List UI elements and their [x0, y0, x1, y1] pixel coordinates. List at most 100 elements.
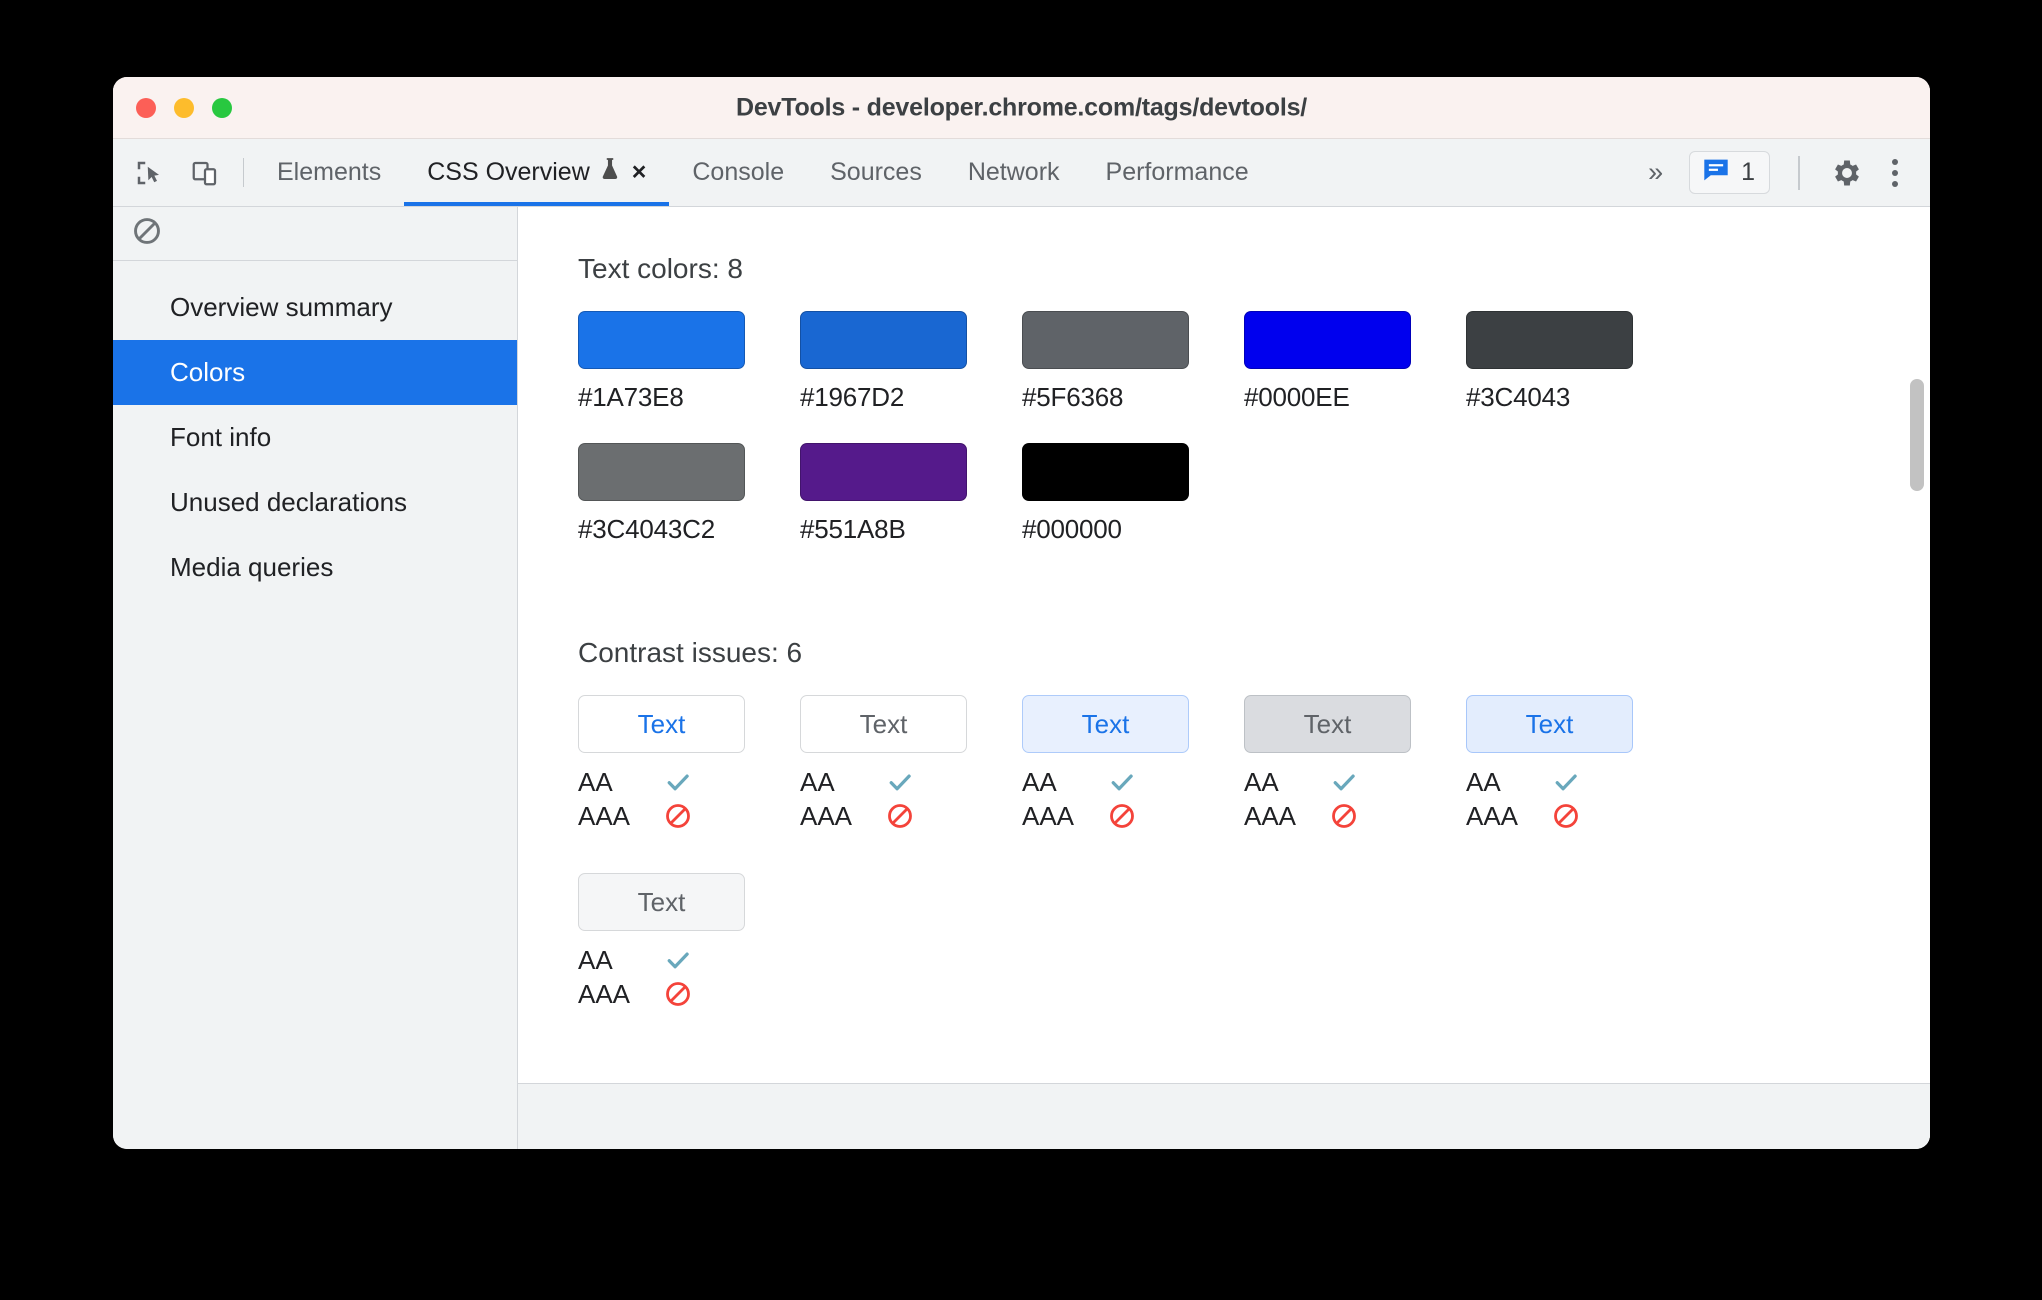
- contrast-issues-heading: Contrast issues: 6: [578, 637, 803, 668]
- checkmark-icon: [664, 768, 692, 796]
- tab-network[interactable]: Network: [945, 139, 1083, 206]
- toolbar-right-divider: [1798, 155, 1800, 190]
- contrast-rating-row-aaa: AAA: [1466, 799, 1596, 833]
- color-swatch-box[interactable]: [578, 311, 745, 369]
- kebab-menu-icon[interactable]: [1878, 158, 1916, 187]
- contrast-issue-item[interactable]: Text AA AAA: [1022, 695, 1244, 833]
- window-titlebar: DevTools - developer.chrome.com/tags/dev…: [113, 77, 1930, 139]
- tab-css-overview[interactable]: CSS Overview ×: [404, 139, 670, 206]
- tab-label: Network: [967, 158, 1060, 186]
- contrast-issue-item[interactable]: Text AA AAA: [578, 695, 800, 833]
- issues-badge[interactable]: 1: [1689, 151, 1770, 194]
- color-swatch-label: #000000: [1022, 514, 1122, 544]
- checkmark-icon: [1330, 768, 1358, 796]
- css-overview-content: Text colors: 8 #1A73E8 #1967D2 #5F6368 #000…: [518, 207, 1930, 1083]
- color-swatch-label: #3C4043: [1466, 382, 1571, 412]
- contrast-issue-item[interactable]: Text AA AAA: [1244, 695, 1466, 833]
- tab-label: Sources: [830, 158, 922, 186]
- contrast-rating-label: AAA: [800, 800, 853, 831]
- contrast-rating-row-aa: AA: [1244, 765, 1374, 799]
- sidebar-item-font-info[interactable]: Font info: [113, 405, 517, 470]
- device-toolbar-icon[interactable]: [177, 139, 233, 206]
- contrast-rating-row-aaa: AAA: [1244, 799, 1374, 833]
- contrast-sample-chip[interactable]: Text: [1466, 695, 1633, 753]
- devtools-body: Overview summary Colors Font info Unused…: [113, 207, 1930, 1149]
- window-title: DevTools - developer.chrome.com/tags/dev…: [735, 93, 1308, 121]
- kebab-dot: [1892, 158, 1898, 165]
- color-swatch-box[interactable]: [1244, 311, 1411, 369]
- inspect-element-icon[interactable]: [121, 139, 177, 206]
- color-swatch-label: #3C4043C2: [578, 514, 715, 544]
- color-swatch-box[interactable]: [1022, 443, 1189, 501]
- color-swatch-item[interactable]: #0000EE: [1244, 311, 1466, 413]
- contrast-ratings: AA AAA: [578, 943, 708, 1011]
- blocked-icon: [1108, 802, 1136, 830]
- contrast-sample-chip[interactable]: Text: [578, 695, 745, 753]
- contrast-issue-item[interactable]: Text AA AAA: [578, 873, 800, 1011]
- color-swatch-item[interactable]: #1A73E8: [578, 311, 800, 413]
- contrast-issue-item[interactable]: Text AA AAA: [800, 695, 1022, 833]
- clear-overview-icon[interactable]: [131, 215, 163, 252]
- color-swatch-box[interactable]: [1022, 311, 1189, 369]
- devtools-window: DevTools - developer.chrome.com/tags/dev…: [113, 77, 1930, 1149]
- tab-console[interactable]: Console: [669, 139, 807, 206]
- gear-icon[interactable]: [1820, 156, 1874, 190]
- contrast-sample-text: Text: [859, 708, 908, 739]
- contrast-rating-row-aaa: AAA: [578, 799, 708, 833]
- issues-count: 1: [1741, 158, 1755, 186]
- contrast-sample-chip[interactable]: Text: [578, 873, 745, 931]
- contrast-ratings: AA AAA: [1466, 765, 1596, 833]
- color-swatch-box[interactable]: [1466, 311, 1633, 369]
- sidebar-toolbar: [113, 207, 517, 261]
- contrast-issues-grid: Text AA AAA Text AA AAA Text AA AAA Text AA AAA Text…: [578, 695, 1698, 1051]
- contrast-sample-text: Text: [1081, 708, 1130, 739]
- kebab-dot: [1892, 180, 1898, 187]
- color-swatch-item[interactable]: #1967D2: [800, 311, 1022, 413]
- css-overview-sidebar: Overview summary Colors Font info Unused…: [113, 207, 518, 1149]
- experimental-flask-icon: [599, 156, 621, 189]
- color-swatch-item[interactable]: #5F6368: [1022, 311, 1244, 413]
- color-swatch-box[interactable]: [800, 311, 967, 369]
- toolbar-right-group: » 1: [1626, 139, 1930, 206]
- content-scrollbar-thumb[interactable]: [1910, 379, 1924, 491]
- contrast-rating-row-aa: AA: [1466, 765, 1596, 799]
- css-overview-main-panel: Text colors: 8 #1A73E8 #1967D2 #5F6368 #000…: [518, 207, 1930, 1149]
- sidebar-item-unused-declarations[interactable]: Unused declarations: [113, 470, 517, 535]
- text-colors-grid: #1A73E8 #1967D2 #5F6368 #0000EE #3C4043 #3C40…: [578, 311, 1698, 575]
- contrast-rating-label: AAA: [578, 800, 631, 831]
- contrast-rating-label: AA: [800, 766, 835, 797]
- more-tabs-chevron-icon[interactable]: »: [1626, 157, 1685, 188]
- contrast-sample-chip[interactable]: Text: [1022, 695, 1189, 753]
- tab-list: Elements CSS Overview × Console Sources …: [254, 139, 1272, 206]
- issues-message-icon: [1701, 157, 1731, 188]
- sidebar-item-media-queries[interactable]: Media queries: [113, 535, 517, 600]
- color-swatch-item[interactable]: #551A8B: [800, 443, 1022, 545]
- contrast-sample-chip[interactable]: Text: [800, 695, 967, 753]
- color-swatch-label: #1967D2: [800, 382, 905, 412]
- sidebar-item-label: Colors: [170, 357, 246, 387]
- contrast-rating-label: AAA: [1466, 800, 1519, 831]
- tab-sources[interactable]: Sources: [807, 139, 945, 206]
- color-swatch-box[interactable]: [578, 443, 745, 501]
- toolbar-divider: [243, 158, 244, 187]
- text-colors-heading: Text colors: 8: [578, 253, 743, 284]
- color-swatch-item[interactable]: #3C4043: [1466, 311, 1688, 413]
- tab-label: Console: [692, 158, 785, 186]
- tab-elements[interactable]: Elements: [254, 139, 404, 206]
- contrast-sample-text: Text: [637, 708, 686, 739]
- contrast-sample-chip[interactable]: Text: [1244, 695, 1411, 753]
- checkmark-icon: [664, 946, 692, 974]
- contrast-rating-label: AA: [1244, 766, 1279, 797]
- color-swatch-label: #1A73E8: [578, 382, 684, 412]
- main-statusbar: [518, 1083, 1930, 1149]
- color-swatch-item[interactable]: #3C4043C2: [578, 443, 800, 545]
- contrast-sample-text: Text: [1525, 708, 1574, 739]
- color-swatch-box[interactable]: [800, 443, 967, 501]
- tab-performance[interactable]: Performance: [1083, 139, 1272, 206]
- color-swatch-item[interactable]: #000000: [1022, 443, 1244, 545]
- sidebar-item-overview-summary[interactable]: Overview summary: [113, 275, 517, 340]
- contrast-rating-label: AA: [578, 766, 613, 797]
- close-tab-icon[interactable]: ×: [632, 160, 647, 185]
- sidebar-item-colors[interactable]: Colors: [113, 340, 517, 405]
- contrast-issue-item[interactable]: Text AA AAA: [1466, 695, 1688, 833]
